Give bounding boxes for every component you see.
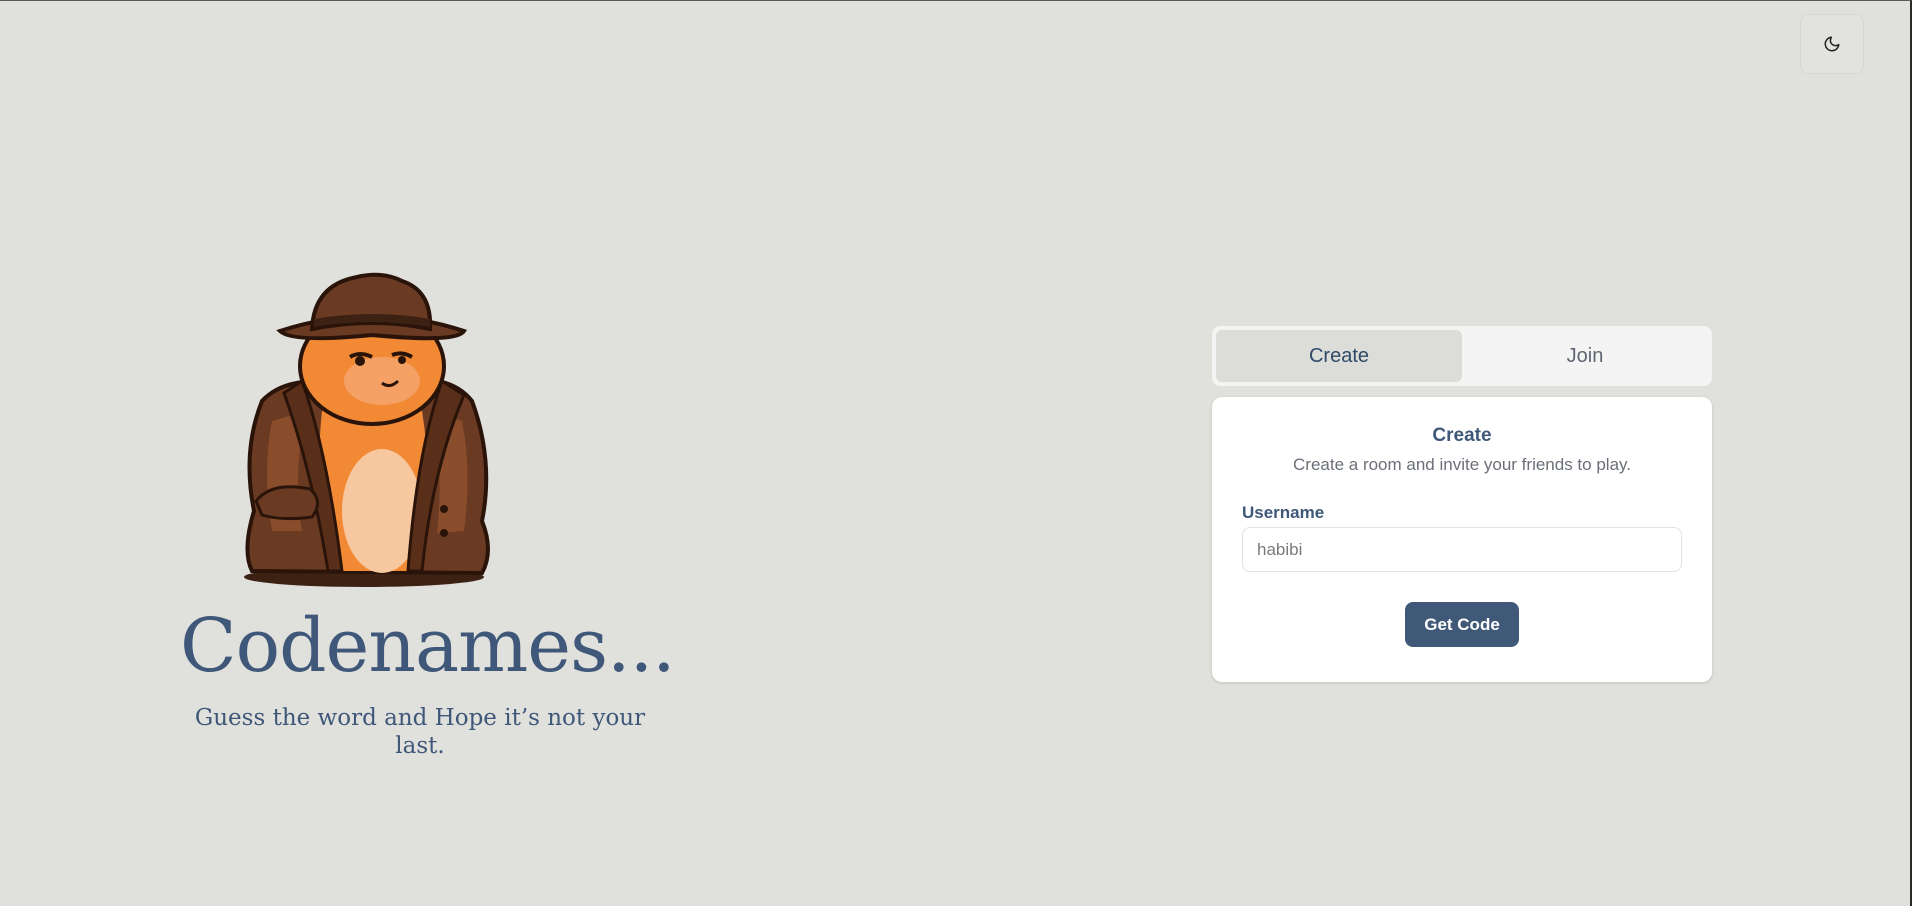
get-code-button[interactable]: Get Code [1405, 602, 1519, 647]
page-title: Codenames... [180, 603, 676, 689]
landing-page: Codenames... Guess the word and Hope it’… [0, 0, 1912, 906]
page-subtitle: Guess the word and Hope it’s not your la… [194, 705, 646, 759]
username-input[interactable] [1242, 527, 1682, 572]
card-title: Create [1432, 425, 1492, 446]
create-room-card: Create Create a room and invite your fri… [1212, 397, 1712, 682]
detective-hamster-icon [244, 272, 490, 587]
moon-icon [1824, 36, 1840, 52]
username-label: Username [1242, 503, 1325, 522]
tab-create[interactable]: Create [1216, 330, 1462, 382]
card-description: Create a room and invite your friends to… [1293, 455, 1631, 474]
tab-join[interactable]: Join [1462, 330, 1708, 382]
mode-tabs: Create Join [1212, 326, 1712, 386]
button-row: Get Code [1242, 602, 1682, 647]
theme-toggle-button[interactable] [1800, 14, 1864, 74]
